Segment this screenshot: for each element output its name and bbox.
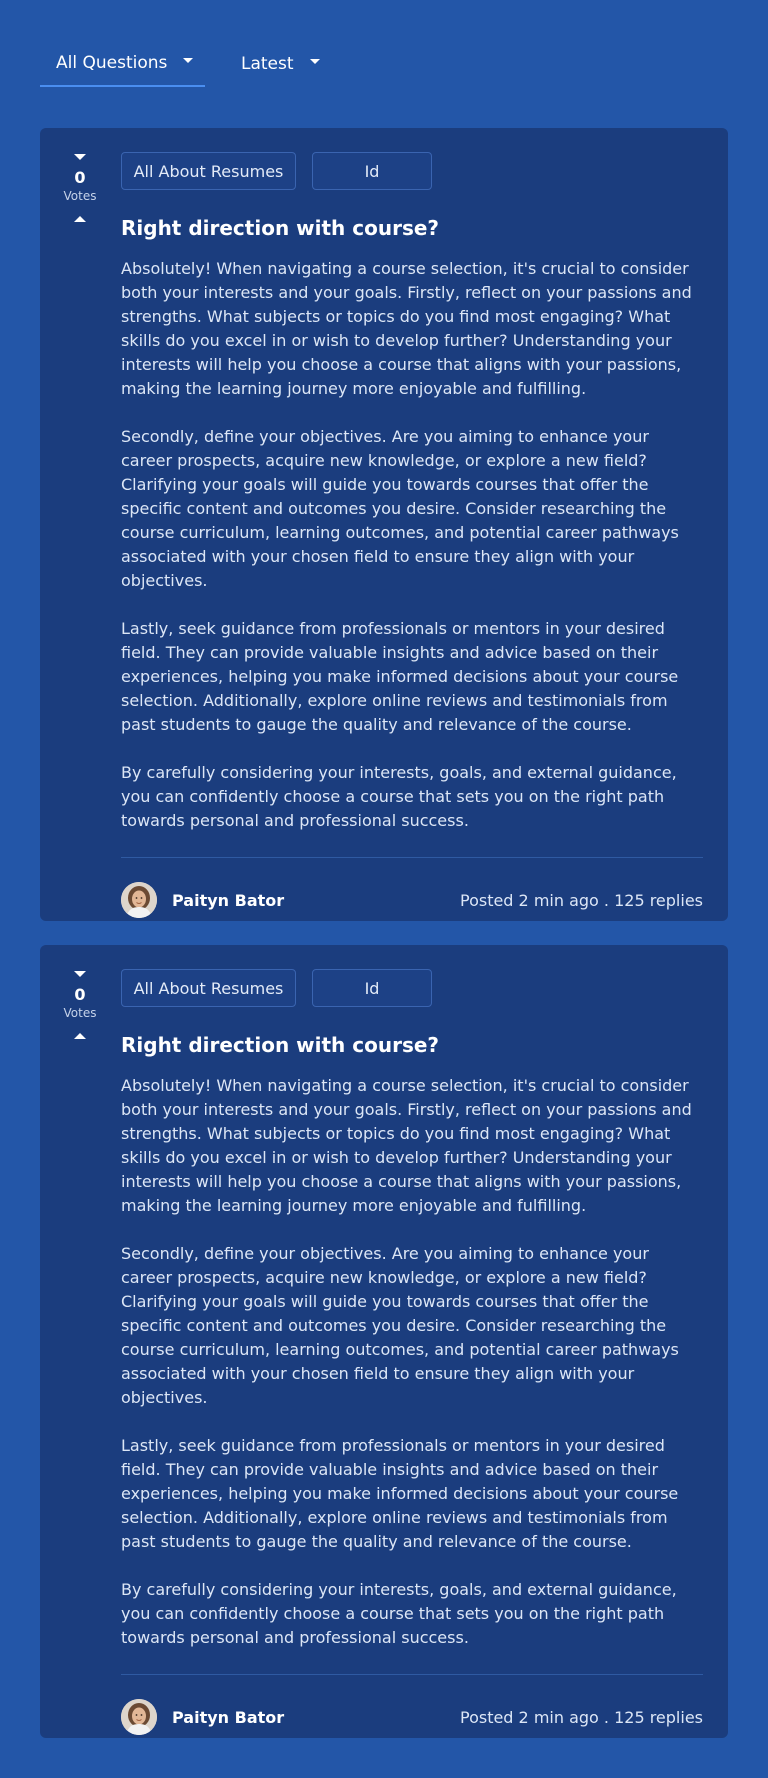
question-footer: Paityn Bator Posted 2 min ago . 125 repl… xyxy=(121,858,703,942)
tag-list: All About Resumes Id xyxy=(121,152,703,190)
body-paragraph: Absolutely! When navigating a course sel… xyxy=(121,1076,692,1215)
author-name[interactable]: Paityn Bator xyxy=(172,1708,284,1727)
question-footer: Paityn Bator Posted 2 min ago . 125 repl… xyxy=(121,1675,703,1759)
question-title[interactable]: Right direction with course? xyxy=(121,1032,703,1058)
votes-label: Votes xyxy=(63,1006,97,1020)
vote-count: 0 xyxy=(74,168,86,187)
category-filter-label: All Questions xyxy=(56,52,168,73)
question-title[interactable]: Right direction with course? xyxy=(121,215,703,241)
avatar[interactable] xyxy=(121,882,157,918)
vote-count: 0 xyxy=(74,985,86,1004)
question-body: Absolutely! When navigating a course sel… xyxy=(121,257,703,833)
author-info: Paityn Bator xyxy=(121,882,284,918)
category-filter-dropdown[interactable]: All Questions xyxy=(40,40,205,87)
filter-bar: All Questions Latest xyxy=(40,40,320,87)
post-meta: Posted 2 min ago . 125 replies xyxy=(459,890,703,910)
tag-list: All About Resumes Id xyxy=(121,969,703,1007)
body-paragraph: Lastly, seek guidance from professionals… xyxy=(121,1436,679,1551)
body-paragraph: Absolutely! When navigating a course sel… xyxy=(121,259,692,398)
avatar[interactable] xyxy=(121,1699,157,1735)
tag-chip[interactable]: All About Resumes xyxy=(121,152,296,190)
question-content: All About Resumes Id Right direction wit… xyxy=(121,152,703,942)
vote-control: 0 Votes xyxy=(40,154,120,222)
post-meta: Posted 2 min ago . 125 replies xyxy=(459,1707,703,1727)
caret-down-icon xyxy=(183,58,194,63)
body-paragraph: Secondly, define your objectives. Are yo… xyxy=(121,1244,679,1407)
chevron-up-icon[interactable] xyxy=(74,216,86,222)
body-paragraph: Secondly, define your objectives. Are yo… xyxy=(121,427,679,590)
tag-chip[interactable]: All About Resumes xyxy=(121,969,296,1007)
chevron-down-icon[interactable] xyxy=(74,154,86,160)
caret-down-icon xyxy=(309,59,320,64)
tag-chip[interactable]: Id xyxy=(312,152,432,190)
vote-control: 0 Votes xyxy=(40,971,120,1039)
body-paragraph: Lastly, seek guidance from professionals… xyxy=(121,619,679,734)
question-card: 0 Votes All About Resumes Id Right direc… xyxy=(40,128,728,921)
question-body: Absolutely! When navigating a course sel… xyxy=(121,1074,703,1650)
question-card: 0 Votes All About Resumes Id Right direc… xyxy=(40,945,728,1738)
sort-filter-dropdown[interactable]: Latest xyxy=(225,40,320,87)
chevron-up-icon[interactable] xyxy=(74,1033,86,1039)
sort-filter-label: Latest xyxy=(241,53,294,74)
body-paragraph: By carefully considering your interests,… xyxy=(121,1580,677,1647)
tag-chip[interactable]: Id xyxy=(312,969,432,1007)
body-paragraph: By carefully considering your interests,… xyxy=(121,763,677,830)
author-info: Paityn Bator xyxy=(121,1699,284,1735)
question-content: All About Resumes Id Right direction wit… xyxy=(121,969,703,1759)
votes-label: Votes xyxy=(63,189,97,203)
chevron-down-icon[interactable] xyxy=(74,971,86,977)
author-name[interactable]: Paityn Bator xyxy=(172,891,284,910)
